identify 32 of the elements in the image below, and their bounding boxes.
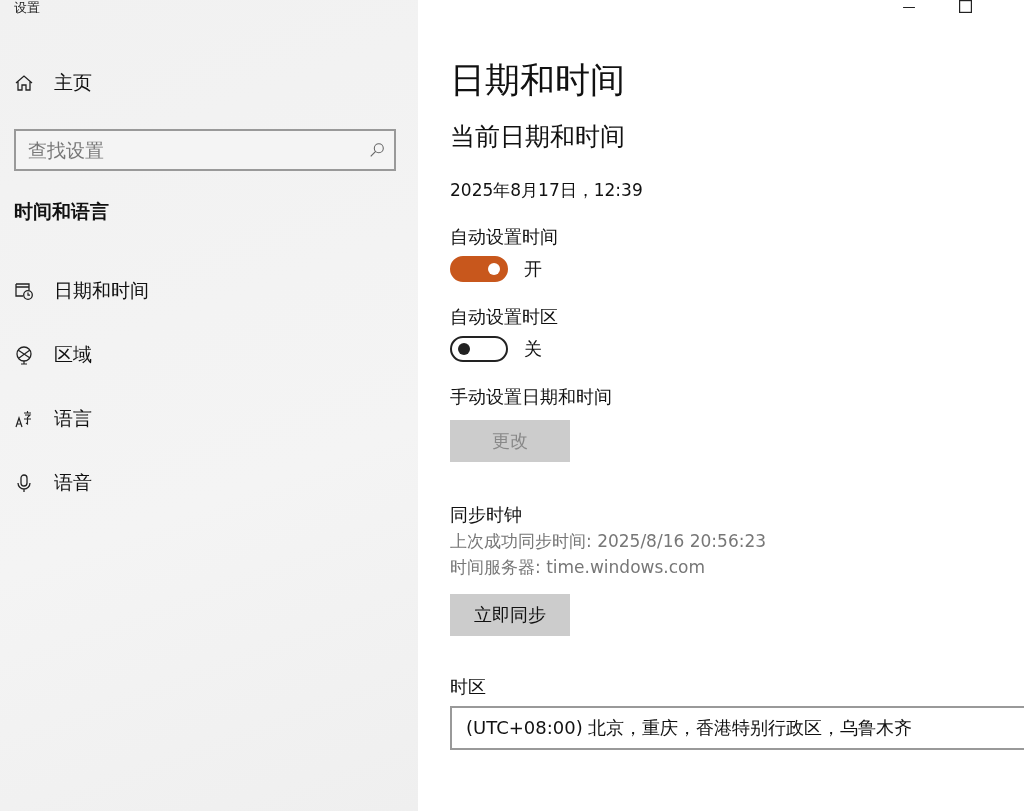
time-zone-dropdown[interactable]: (UTC+08:00) 北京，重庆，香港特别行政区，乌鲁木齐 bbox=[450, 706, 1024, 750]
page-title: 日期和时间 bbox=[450, 59, 626, 102]
calendar-clock-icon bbox=[14, 281, 34, 301]
sync-info-text: 时间服务器: time.windows.com bbox=[450, 556, 706, 579]
search-icon bbox=[368, 141, 386, 159]
home-icon bbox=[14, 73, 34, 93]
setting-label: 自动设置时区 bbox=[450, 305, 559, 329]
section-heading: 时间和语言 bbox=[14, 199, 110, 224]
search-field[interactable]: 查找设置 bbox=[14, 129, 396, 171]
minimize-icon bbox=[903, 7, 915, 9]
window-title: 设置 bbox=[14, 0, 41, 15]
microphone-icon bbox=[14, 473, 34, 493]
nav-item[interactable]: 区域 bbox=[14, 323, 396, 387]
time-zone-label: 时区 bbox=[450, 675, 487, 699]
sync-heading: 同步时钟 bbox=[450, 503, 523, 527]
setting-label: 自动设置时间 bbox=[450, 225, 559, 249]
toggle-switch[interactable] bbox=[450, 256, 508, 282]
nav-item[interactable]: 语言 bbox=[14, 387, 396, 451]
setting-label: 手动设置日期和时间 bbox=[450, 385, 613, 409]
sync-now-button[interactable]: 立即同步 bbox=[450, 594, 570, 636]
toggle-state-label: 关 bbox=[524, 337, 542, 361]
globe-icon bbox=[14, 345, 34, 365]
section-heading: 当前日期和时间 bbox=[450, 121, 626, 153]
toggle-switch[interactable] bbox=[450, 336, 508, 362]
sync-info-text: 上次成功同步时间: 2025/8/16 20:56:23 bbox=[450, 530, 768, 553]
nav-item[interactable]: 日期和时间 bbox=[14, 259, 396, 323]
toggle-state-label: 开 bbox=[524, 257, 542, 281]
nav-item[interactable]: 语音 bbox=[14, 451, 396, 515]
home-nav-item[interactable]: 主页 bbox=[14, 51, 396, 115]
current-date-time: 2025年8月17日，12:39 bbox=[450, 179, 644, 202]
maximize-icon bbox=[959, 0, 972, 13]
language-icon bbox=[14, 409, 34, 429]
